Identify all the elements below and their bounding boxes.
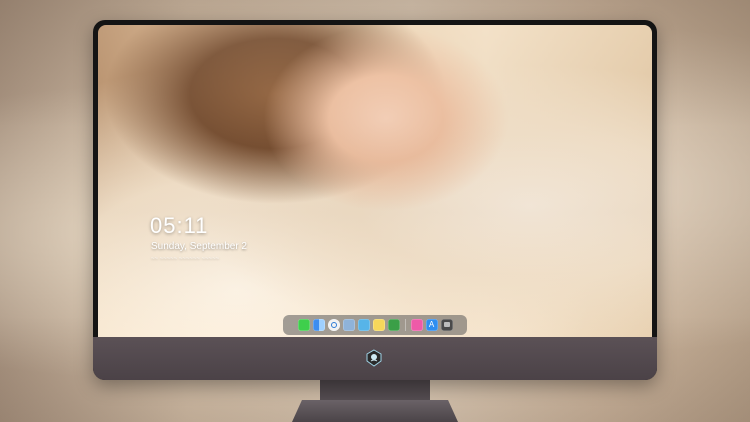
- lock-screen-time: 05:11: [150, 213, 209, 238]
- dock-separator: [404, 319, 406, 331]
- monitor-stand-base: [292, 400, 458, 422]
- notes-icon[interactable]: [372, 319, 385, 331]
- lock-screen-subtext: ~~ ~~~~~ ~~~~~~ ~~~~~: [151, 256, 220, 262]
- imovie-icon[interactable]: [357, 319, 370, 331]
- monitor: 05:11 Sunday, September 2 ~~ ~~~~~ ~~~~~…: [93, 20, 657, 380]
- safari-icon[interactable]: [327, 319, 340, 331]
- brand-logo-icon: [366, 349, 382, 367]
- dock: [283, 315, 467, 335]
- lock-screen-date: Sunday, September 2: [151, 241, 247, 252]
- music-icon[interactable]: [410, 319, 423, 331]
- finder-icon[interactable]: [312, 319, 325, 331]
- messages-icon[interactable]: [297, 319, 310, 331]
- app-store-icon[interactable]: [425, 319, 438, 331]
- preview-icon[interactable]: [342, 319, 355, 331]
- numbers-icon[interactable]: [387, 319, 400, 331]
- camera-icon[interactable]: [440, 319, 453, 331]
- monitor-chin: [93, 337, 657, 380]
- desktop-screen: 05:11 Sunday, September 2 ~~ ~~~~~ ~~~~~…: [98, 25, 652, 337]
